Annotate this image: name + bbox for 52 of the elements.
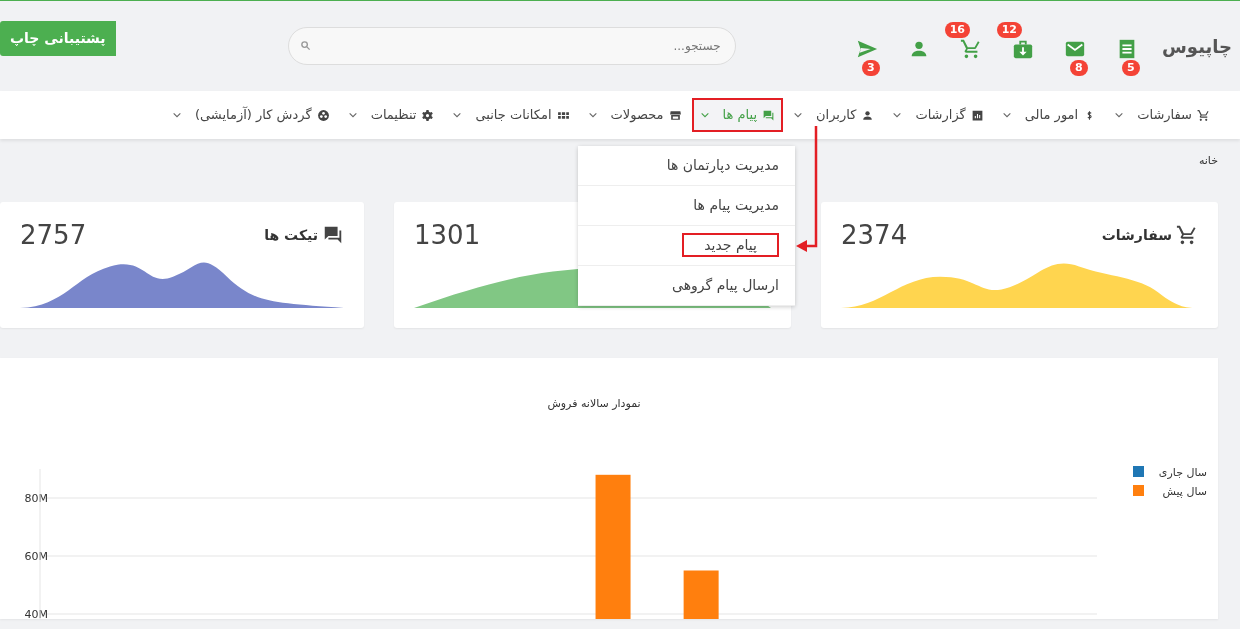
nav-menu-item[interactable]: تنظیمات: [339, 98, 443, 132]
download-bag-icon[interactable]: [1012, 38, 1035, 60]
count-badge: 8: [1070, 60, 1088, 76]
send-icon[interactable]: [856, 38, 879, 60]
stat-value: 1301: [414, 218, 481, 252]
chevron-down-icon: [347, 110, 358, 120]
chevron-down-icon: [171, 110, 182, 120]
breadcrumb-link[interactable]: خانه: [1198, 153, 1218, 170]
dropdown-item[interactable]: پیام جدید: [578, 226, 795, 266]
search-icon: [299, 40, 311, 51]
dropdown-item[interactable]: مدیریت دپارتمان ها: [578, 146, 795, 186]
count-badge: 3: [862, 60, 880, 76]
stat-title: تیکت ها: [264, 225, 318, 245]
count-badge: 16: [944, 22, 971, 38]
stat-value: 2374: [841, 218, 908, 252]
nav-menu-item[interactable]: گردش کار (آزمایشی): [163, 98, 338, 132]
chevron-down-icon: [892, 110, 903, 120]
y-tick-label: 80M: [24, 491, 48, 505]
chevron-down-icon: [452, 110, 463, 120]
dropdown-item[interactable]: مدیریت پیام ها: [578, 186, 795, 226]
stat-title: سفارشات: [1101, 225, 1172, 245]
nav-menu-item[interactable]: امکانات جانبی: [444, 98, 578, 132]
cart-icon: [1176, 224, 1198, 246]
count-badge: 5: [1122, 60, 1140, 76]
gear-icon: [421, 108, 435, 122]
bar-chart-icon: [970, 108, 984, 122]
chevron-down-icon: [699, 110, 710, 120]
logo[interactable]: چاپیوس: [1162, 32, 1232, 60]
nav-menu-item[interactable]: کاربران: [785, 98, 883, 132]
legend-label: سال جاری: [1158, 465, 1207, 479]
nav-menu-item[interactable]: گزارشات: [884, 98, 992, 132]
chevron-down-icon: [793, 110, 804, 120]
nav-menu-item[interactable]: سفارشات: [1106, 98, 1218, 132]
chevron-down-icon: [587, 110, 598, 120]
circle-dots-icon: [316, 108, 330, 122]
search-field[interactable]: جستجو...: [287, 27, 736, 65]
chart-title: نمودار سالانه فروش: [547, 396, 641, 410]
dropdown-item[interactable]: ارسال پیام گروهی: [578, 266, 795, 306]
y-tick-label: 60M: [24, 549, 48, 563]
chevron-down-icon: [1001, 110, 1012, 120]
bar: [683, 570, 719, 619]
nav-menu-item[interactable]: امور مالی: [993, 98, 1105, 132]
chat-bubbles-icon: [762, 108, 776, 122]
person-icon: [861, 108, 875, 122]
y-tick-label: 40M: [24, 607, 48, 619]
stat-value: 2757: [20, 218, 87, 252]
cart-icon: [1197, 108, 1210, 122]
store-icon: [668, 108, 682, 122]
legend-label: سال پیش: [1162, 484, 1207, 498]
chevron-down-icon: [1114, 110, 1125, 120]
nav-menu-item[interactable]: محصولات: [579, 98, 690, 132]
count-badge: 12: [996, 22, 1023, 38]
